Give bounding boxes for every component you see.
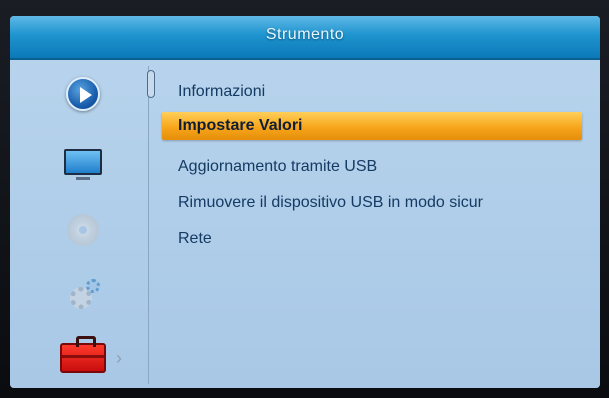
disc-icon bbox=[67, 214, 99, 246]
category-sidebar: › bbox=[10, 60, 142, 388]
settings-gears-icon bbox=[66, 279, 100, 309]
menu-list: Informazioni Impostare Valori Aggiorname… bbox=[162, 60, 592, 388]
sidebar-item-tools[interactable] bbox=[52, 336, 114, 380]
tv-icon bbox=[64, 149, 102, 180]
menu-panel: › Informazioni Impostare Valori Aggiorna… bbox=[10, 60, 600, 388]
toolbox-icon bbox=[60, 336, 106, 373]
chevron-right-icon: › bbox=[116, 348, 122, 368]
title-bar: Strumento bbox=[10, 16, 600, 60]
sidebar-item-system[interactable] bbox=[52, 272, 114, 316]
menu-item-informazioni[interactable]: Informazioni bbox=[162, 78, 582, 106]
sidebar-item-picture[interactable] bbox=[52, 140, 114, 184]
osd-screen: Strumento › Informazioni Impostare Valor… bbox=[10, 16, 600, 388]
menu-item-label: Impostare Valori bbox=[178, 117, 303, 134]
scrollbar-thumb[interactable] bbox=[147, 70, 155, 98]
sidebar-item-media[interactable] bbox=[52, 72, 114, 116]
menu-item-label: Rete bbox=[178, 230, 212, 247]
page-title: Strumento bbox=[265, 26, 345, 43]
play-icon bbox=[66, 77, 100, 111]
menu-item-impostare-valori[interactable]: Impostare Valori bbox=[162, 112, 582, 140]
menu-item-label: Aggiornamento tramite USB bbox=[178, 158, 378, 175]
scrollbar[interactable] bbox=[147, 66, 158, 384]
tv-bezel: Strumento › Informazioni Impostare Valor… bbox=[0, 0, 609, 398]
menu-item-label: Rimuovere il dispositivo USB in modo sic… bbox=[178, 194, 483, 211]
menu-item-aggiornamento-usb[interactable]: Aggiornamento tramite USB bbox=[162, 153, 582, 181]
menu-item-rete[interactable]: Rete bbox=[162, 225, 582, 253]
sidebar-item-channels[interactable] bbox=[52, 208, 114, 252]
menu-item-label: Informazioni bbox=[178, 83, 266, 100]
menu-item-rimuovere-usb[interactable]: Rimuovere il dispositivo USB in modo sic… bbox=[162, 189, 582, 217]
